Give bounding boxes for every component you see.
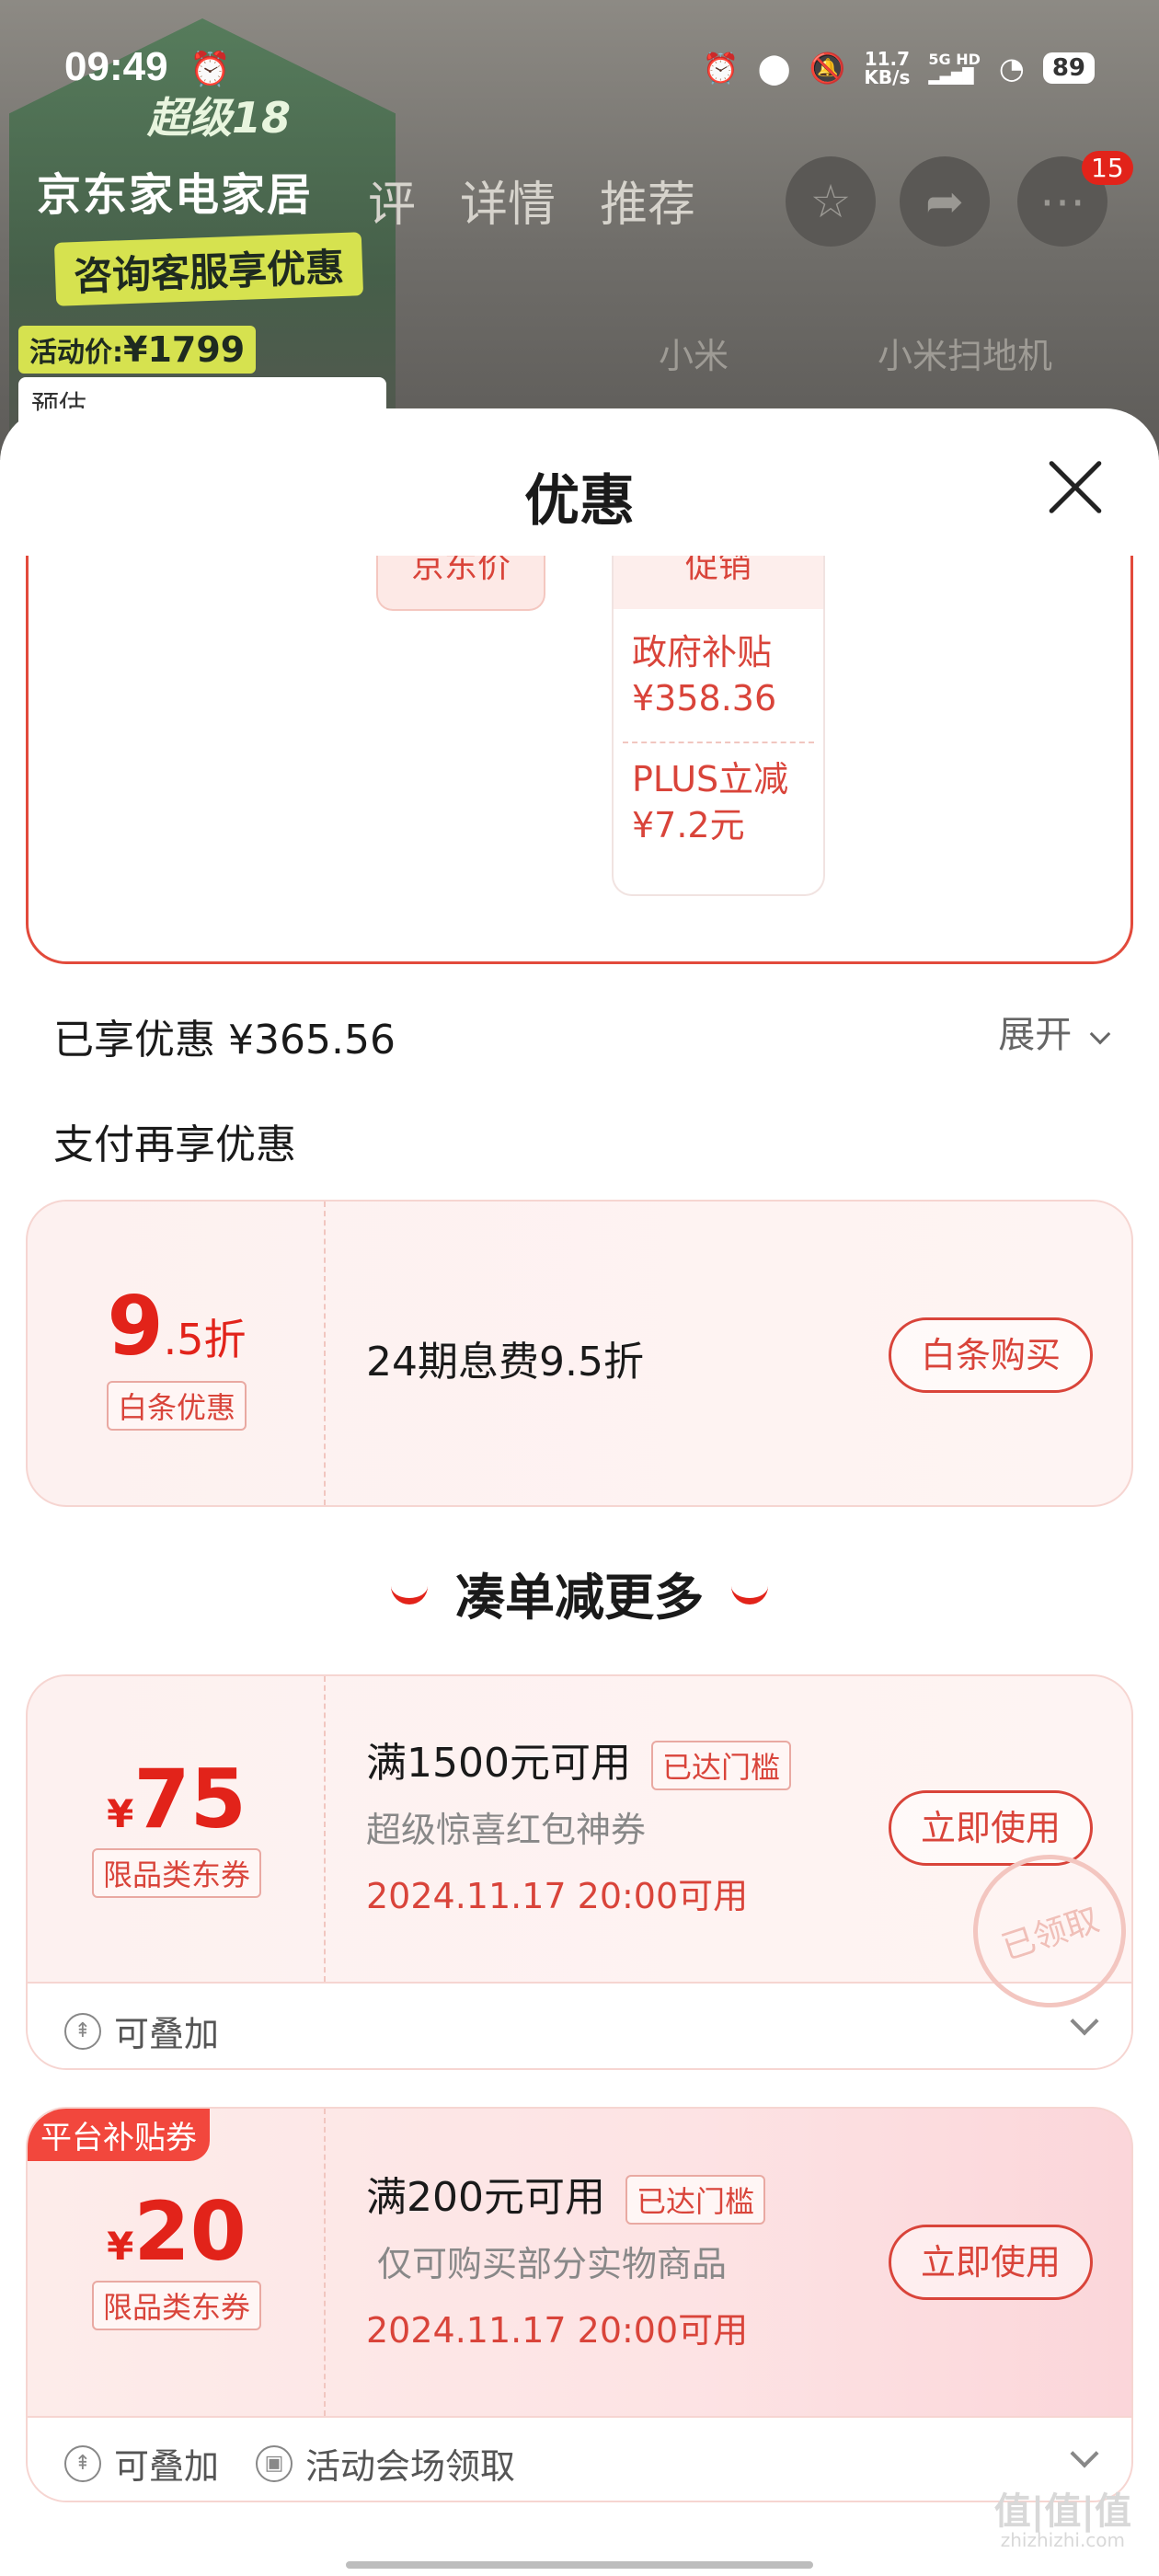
store-name: 京东家电家居 (37, 169, 314, 221)
coupon-condition: 满1500元可用 已达门槛 (366, 1730, 791, 1790)
status-bar: 09:49 ⏰ ⏰ ⬤ 🔕 11.7 KB/s 5G HD ▂▄▆█ ◔ 89 (0, 37, 1159, 110)
share-button[interactable]: ➦ (900, 156, 990, 247)
price-breakdown-panel: 京东价 促销 政府补贴 ¥358.36 PLUS立减 ¥7.2元 (26, 556, 1133, 964)
alarm-icon: ⏰ (702, 51, 740, 86)
baitiao-rate: 9.5折 (107, 1279, 247, 1374)
coupon-card: ¥75 限品类东券 满1500元可用 已达门槛 超级惊喜红包神券 2024.11.… (26, 1674, 1133, 2070)
battery-icon: 89 (1042, 52, 1095, 84)
tab-recommend[interactable]: 推荐 (600, 166, 695, 235)
location-icon: ⬤ (757, 51, 791, 86)
coupon-category-tag: 限品类东券 (91, 1848, 261, 1898)
watermark: 值|值|值 zhizhizhi.com (993, 2490, 1131, 2551)
use-now-button[interactable]: 立即使用 (889, 1790, 1093, 1866)
product-page-background: 超级18 京东家电家居 咨询客服享优惠 活动价:¥1799 预估 评 详情 推荐… (0, 0, 1159, 460)
dashed-divider (324, 1676, 326, 1982)
coupon-footer: ⇞ 可叠加 (28, 1982, 1131, 2068)
signal-icon: 5G HD ▂▄▆█ (928, 51, 981, 85)
jd-price-chip: 京东价 (376, 556, 545, 611)
coupon-category-tag: 限品类东券 (91, 2281, 261, 2330)
home-indicator[interactable] (346, 2561, 813, 2569)
crumb-xiaomi[interactable]: 小米 (659, 328, 729, 378)
stackable-label: ⇞ 可叠加 (64, 2006, 219, 2056)
star-icon: ☆ (809, 175, 852, 228)
mute-icon: 🔕 (809, 51, 846, 86)
expand-button[interactable]: 展开 (998, 1005, 1111, 1058)
subsidy-item: 政府补贴 ¥358.36 (632, 632, 777, 719)
pay-more-title: 支付再享优惠 (53, 1121, 296, 1168)
crumb-robot[interactable]: 小米扫地机 (878, 328, 1052, 378)
plus-discount-item: PLUS立减 ¥7.2元 (632, 759, 789, 845)
dashed-divider (324, 2109, 326, 2416)
threshold-reached-tag: 已达门槛 (650, 1741, 791, 1790)
consult-banner: 咨询客服享优惠 (53, 232, 364, 306)
threshold-reached-tag: 已达门槛 (625, 2175, 765, 2225)
tab-review[interactable]: 评 (368, 166, 416, 235)
stackable-label: ⇞ 可叠加 ▣ 活动会场领取 (64, 2438, 515, 2489)
alarm-icon: ⏰ (189, 51, 231, 88)
network-speed: 11.7 KB/s (864, 48, 911, 88)
baitiao-buy-button[interactable]: 白条购买 (889, 1317, 1093, 1393)
more-icon: ⋯ (1039, 175, 1085, 228)
product-nav-tabs: 评 详情 推荐 (368, 166, 695, 235)
status-time: 09:49 (64, 44, 168, 89)
coupon-left: ¥20 限品类东券 (28, 2109, 326, 2416)
close-icon[interactable] (1043, 454, 1107, 519)
chevron-down-icon[interactable] (1070, 2439, 1099, 2468)
coupon-subtitle: 仅可购买部分实物商品 (377, 2244, 728, 2284)
favorite-button[interactable]: ☆ (786, 156, 876, 247)
baitiao-description: 24期息费9.5折 (366, 1339, 644, 1386)
coupon-amount: ¥20 (107, 2184, 247, 2279)
coupon-left: ¥75 限品类东券 (28, 1676, 326, 1982)
tab-details[interactable]: 详情 (460, 166, 556, 235)
discount-sheet: 优惠 京东价 促销 政府补贴 ¥358.36 PLUS立减 ¥7.2元 已享优惠… (0, 408, 1159, 2576)
activity-price: 活动价:¥1799 (18, 326, 257, 374)
chevron-down-icon (1089, 1023, 1111, 1045)
coupon-card: 平台补贴券 ¥20 限品类东券 满200元可用 已达门槛 仅可购买部分实物商品 2… (26, 2107, 1133, 2502)
wifi-icon: ◔ (998, 51, 1025, 86)
coupon-condition: 满200元可用 已达门槛 (366, 2164, 765, 2225)
promo-column: 促销 政府补贴 ¥358.36 PLUS立减 ¥7.2元 (612, 556, 825, 896)
coupon-footer: ⇞ 可叠加 ▣ 活动会场领取 (28, 2416, 1131, 2501)
baitiao-left: 9.5折 白条优惠 (28, 1202, 326, 1505)
smile-icon (731, 1586, 768, 1605)
baitiao-tag: 白条优惠 (106, 1381, 247, 1431)
baitiao-card: 9.5折 白条优惠 24期息费9.5折 白条购买 (26, 1200, 1133, 1507)
stack-icon: ⇞ (64, 2444, 101, 2482)
combine-order-title: 凑单减更多 (0, 1557, 1159, 1629)
coupon-date: 2024.11.17 20:00可用 (366, 1876, 749, 1916)
enjoyed-discount: 已享优惠 ¥365.56 (53, 1017, 396, 1064)
use-now-button[interactable]: 立即使用 (889, 2225, 1093, 2300)
promo-header: 促销 (614, 556, 823, 609)
venue-icon: ▣ (256, 2444, 293, 2482)
stack-icon: ⇞ (64, 2012, 101, 2050)
dashed-divider (324, 1202, 326, 1505)
share-icon: ➦ (925, 175, 964, 228)
notification-badge: 15 (1082, 151, 1133, 185)
sheet-title: 优惠 (524, 469, 635, 534)
smile-icon (391, 1586, 428, 1605)
chevron-down-icon[interactable] (1070, 2007, 1099, 2036)
coupon-amount: ¥75 (107, 1752, 247, 1846)
coupon-date: 2024.11.17 20:00可用 (366, 2310, 749, 2351)
coupon-subtitle: 超级惊喜红包神券 (366, 1810, 647, 1850)
